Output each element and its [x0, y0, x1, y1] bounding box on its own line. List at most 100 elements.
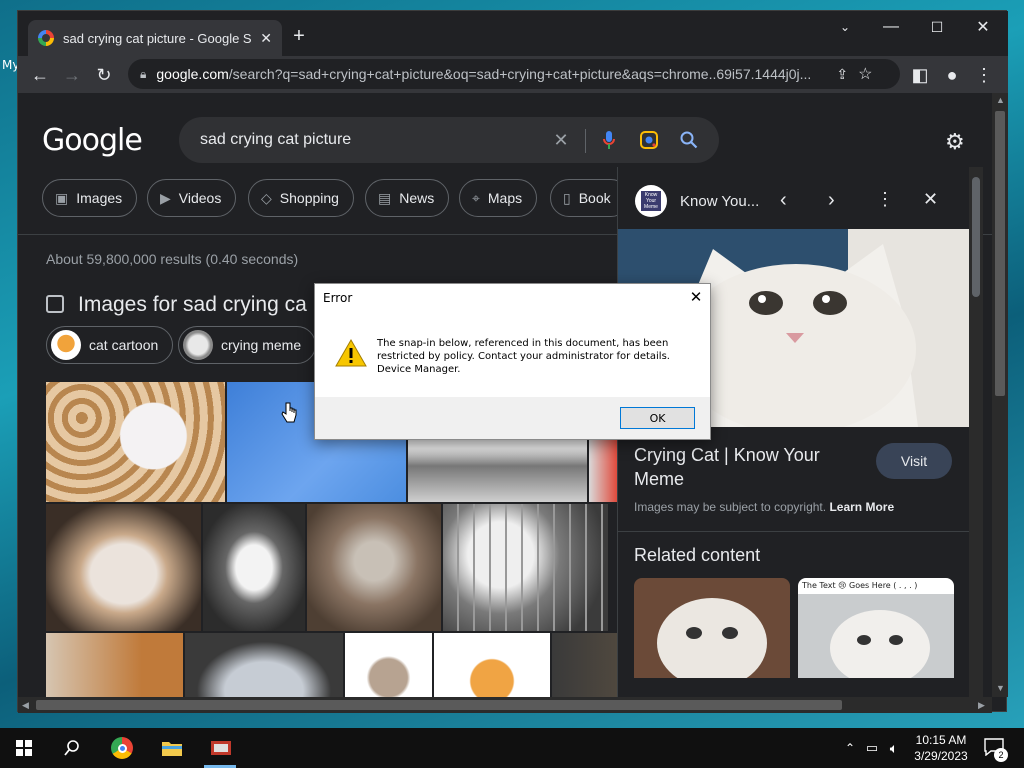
result-stats: About 59,800,000 results (0.40 seconds) — [46, 251, 299, 267]
notification-count: 2 — [994, 748, 1008, 762]
google-lens-icon[interactable] — [638, 129, 660, 151]
next-image-icon[interactable]: › — [828, 189, 835, 212]
chip-videos[interactable]: ▶ Videos — [147, 179, 237, 217]
panel-title[interactable]: Crying Cat | Know Your Meme — [634, 443, 854, 491]
url-host: google.com — [156, 66, 229, 82]
chip-shopping[interactable]: ◇ Shopping — [248, 179, 354, 217]
address-bar[interactable]: 🔒︎ google.com/search?q=sad+crying+cat+pi… — [128, 59, 900, 89]
image-result-cartoon-cat[interactable] — [434, 633, 550, 697]
vertical-scrollbar-thumb[interactable] — [995, 111, 1005, 396]
scroll-left-icon[interactable]: ◀ — [22, 700, 29, 711]
taskbar: ⌃ ▭ 🔈︎ 10:15 AM 3/29/2023 2 — [0, 728, 1024, 768]
previous-image-icon[interactable]: ‹ — [780, 189, 787, 212]
microphone-icon[interactable] — [598, 129, 620, 151]
image-chip-cat-cartoon[interactable]: cat cartoon — [46, 326, 174, 364]
search-icon[interactable] — [678, 129, 700, 151]
image-result-fold-cat[interactable] — [345, 633, 432, 697]
clear-search-icon[interactable]: ✕ — [550, 129, 572, 151]
image-result-cage-kitten[interactable] — [443, 504, 608, 631]
back-arrow-icon[interactable]: ← — [26, 61, 54, 89]
google-favicon-icon — [38, 30, 54, 46]
minimize-button[interactable]: — — [868, 11, 914, 43]
settings-gear-icon[interactable]: ⚙ — [945, 129, 965, 155]
tag-icon: ◇ — [261, 189, 272, 206]
horizontal-scrollbar-thumb[interactable] — [36, 700, 842, 710]
panel-header: Know Your Meme Know You... ‹ › ⋮ ✕ — [618, 167, 970, 229]
forward-arrow-icon[interactable]: → — [58, 61, 86, 89]
tab-title: sad crying cat picture - Google Se — [63, 30, 252, 46]
vertical-scrollbar[interactable]: ▲ ▼ — [992, 93, 1008, 697]
windows-start-icon[interactable] — [12, 736, 36, 760]
copyright-notice: Images may be subject to copyright. Lear… — [634, 500, 895, 514]
panel-source[interactable]: Know You... — [680, 193, 759, 210]
lock-icon[interactable]: 🔒︎ — [140, 67, 146, 82]
chrome-icon[interactable] — [110, 736, 134, 760]
share-icon[interactable]: ⇪ — [836, 66, 848, 83]
reload-icon[interactable]: ↻ — [90, 61, 118, 89]
search-query: sad crying cat picture — [200, 131, 352, 148]
hand-cursor-icon — [281, 402, 297, 429]
side-panel-icon[interactable]: ◧ — [906, 61, 934, 89]
related-image-caption: The Text 😢 Goes Here ( . , . ) — [802, 581, 918, 590]
image-result-kitten[interactable] — [46, 382, 225, 502]
learn-more-link[interactable]: Learn More — [829, 500, 894, 514]
book-icon: ▯ — [563, 189, 571, 206]
system-clock[interactable]: 10:15 AM 3/29/2023 — [908, 732, 974, 764]
warning-icon — [335, 338, 367, 371]
maximize-button[interactable]: ☐ — [914, 11, 960, 43]
browser-tab[interactable]: sad crying cat picture - Google Se ✕ — [28, 20, 282, 56]
volume-icon[interactable]: 🔈︎ — [882, 736, 906, 760]
dialog-close-button[interactable]: ✕ — [683, 286, 709, 308]
image-result-tear-cat[interactable] — [307, 504, 441, 631]
newspaper-icon: ▤ — [378, 189, 392, 206]
tab-search-icon[interactable]: ⌄ — [822, 11, 868, 43]
search-icon[interactable] — [60, 736, 84, 760]
related-image-1[interactable] — [634, 578, 790, 678]
google-logo[interactable]: Google — [42, 123, 143, 158]
more-options-icon[interactable]: ⋮ — [876, 189, 894, 210]
show-hidden-icons[interactable]: ⌃ — [838, 736, 862, 760]
chip-thumbnail — [183, 330, 213, 360]
panel-scrollbar[interactable] — [969, 167, 983, 697]
file-explorer-icon[interactable] — [160, 736, 184, 760]
menu-icon[interactable]: ⋮ — [970, 61, 998, 89]
bookmark-star-icon[interactable]: ☆ — [858, 64, 872, 84]
chip-images[interactable]: ▣ Images — [42, 179, 138, 217]
dialog-title: Error — [323, 291, 353, 305]
chip-maps[interactable]: ⌖ Maps — [459, 179, 538, 217]
close-tab-icon[interactable]: ✕ — [260, 30, 272, 47]
dialog-message: The snap-in below, referenced in this do… — [377, 338, 670, 375]
new-tab-button[interactable]: + — [276, 20, 322, 52]
related-content-heading: Related content — [634, 545, 761, 565]
map-pin-icon: ⌖ — [472, 189, 480, 206]
error-dialog: Error ✕ The snap-in below, referenced in… — [314, 283, 711, 440]
image-icon — [46, 295, 64, 313]
device-manager-icon[interactable] — [208, 736, 234, 760]
panel-divider — [618, 531, 970, 532]
scroll-right-icon[interactable]: ▶ — [978, 700, 985, 711]
dialog-footer: OK — [315, 397, 710, 439]
panel-scrollbar-thumb[interactable] — [972, 177, 980, 297]
image-icon: ▣ — [55, 189, 69, 206]
related-image-2[interactable]: The Text 😢 Goes Here ( . , . ) — [798, 578, 954, 678]
image-result-orange-cat[interactable] — [46, 633, 183, 697]
image-chip-crying-meme[interactable]: crying meme — [178, 326, 317, 364]
ok-button[interactable]: OK — [620, 407, 695, 429]
scroll-down-icon[interactable]: ▼ — [996, 683, 1005, 693]
image-result-kitten-3[interactable] — [203, 504, 305, 631]
toolbar: ← → ↻ 🔒︎ google.com/search?q=sad+crying+… — [18, 56, 1008, 93]
horizontal-scrollbar[interactable]: ◀ ▶ — [18, 697, 992, 713]
video-icon: ▶ — [160, 189, 171, 206]
url-path: /search?q=sad+crying+cat+picture&oq=sad+… — [228, 66, 812, 82]
image-result-kitten-2[interactable] — [46, 504, 201, 631]
close-panel-icon[interactable]: ✕ — [923, 189, 938, 210]
scroll-up-icon[interactable]: ▲ — [996, 95, 1005, 105]
kym-logo[interactable]: Know Your Meme — [635, 185, 667, 217]
chip-news[interactable]: ▤ News — [365, 179, 450, 217]
close-window-button[interactable]: ✕ — [960, 11, 1006, 43]
image-result-grey-kitten[interactable] — [185, 633, 343, 697]
profile-icon[interactable]: ● — [938, 61, 966, 89]
network-icon[interactable]: ▭ — [860, 736, 884, 760]
images-heading[interactable]: Images for sad crying ca — [78, 293, 307, 317]
visit-button[interactable]: Visit — [876, 443, 952, 479]
